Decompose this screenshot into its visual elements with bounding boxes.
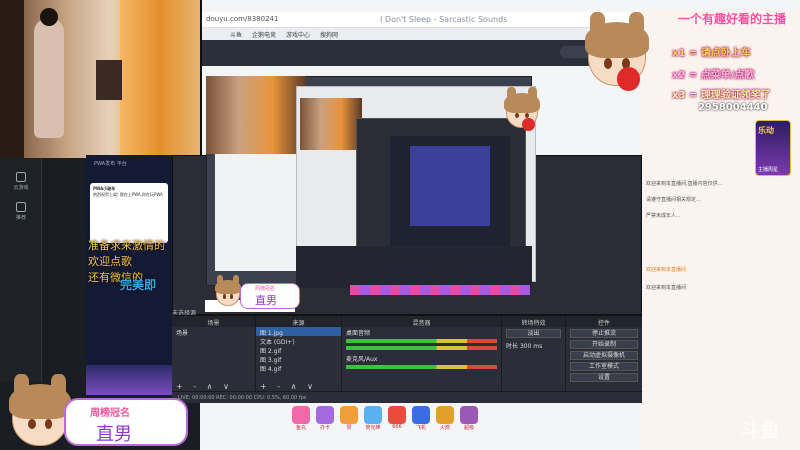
nested-camera-1 <box>206 76 306 154</box>
controls-title: 控件 <box>566 316 642 327</box>
chat-line: 严禁未成年人... <box>646 213 681 219</box>
phone-header: PWA发布 平台 <box>94 161 127 167</box>
mixer-dock: 混音器 桌面音频 麦克风/Aux <box>342 316 502 392</box>
rank-row: x1 = 请点卧上车 <box>672 48 751 59</box>
left-sidebar: 云游戏 推荐 <box>0 158 42 382</box>
duration-input[interactable]: 300 ms <box>520 343 542 350</box>
bookmark-item[interactable]: 企鹅电竞 <box>252 30 276 39</box>
game-promo-text: 完美即 <box>120 278 157 292</box>
gift-item[interactable]: 办卡 <box>316 406 334 431</box>
nested-gift-bar <box>350 285 530 295</box>
scenes-dock: 场景 场景 + - ∧ ∨ <box>172 316 256 392</box>
shelf <box>96 60 122 100</box>
sources-title: 来源 <box>256 316 341 327</box>
volume-meter[interactable] <box>346 339 497 343</box>
sidebar-item-cloud-game[interactable]: 云游戏 <box>6 172 36 191</box>
weekly-crown-banner: 周榜冠名 直男 <box>64 398 188 446</box>
mixer-channel-label: 桌面音频 <box>346 330 371 337</box>
danmaku-line: 准备求来激情的 <box>88 239 165 252</box>
curtain <box>120 0 200 158</box>
nested-preview-5 <box>410 146 490 226</box>
duration-label: 时长 <box>506 343 519 350</box>
crown-name: 直男 <box>96 424 132 445</box>
gift-item[interactable]: 666 <box>388 406 406 430</box>
transitions-title: 转场特效 <box>502 316 565 327</box>
rank-row: x2 = 点菜单/点歌 <box>672 70 755 81</box>
sources-dock: 来源 图 1.jpg 文本 (GDI+) 图 2.gif 图 3.gif 图 4… <box>256 316 342 392</box>
controls-dock: 控件 停止推流 开始录制 启动虚拟摄像机 工作室模式 设置 <box>566 316 642 392</box>
gift-item[interactable]: 鱼丸 <box>292 406 310 431</box>
badge-sub: 主播周星 <box>758 167 779 173</box>
gift-item[interactable]: 荧光棒 <box>364 406 382 431</box>
mascot-icon <box>584 11 650 91</box>
chat-line: 欢迎来到本直播间,直播内容仅供... <box>646 181 723 187</box>
transition-select[interactable]: 淡出 <box>506 329 561 338</box>
star-icon <box>16 202 26 212</box>
mascot-icon <box>8 374 72 446</box>
nested-obs-docks <box>296 246 532 288</box>
url-text[interactable]: douyu.com/8380241 <box>206 15 278 23</box>
gift-item[interactable]: 超级 <box>460 406 478 431</box>
bookmark-item[interactable]: 搜狗网 <box>320 30 338 39</box>
bookmarks-bar: 斗鱼 企鹅电竞 游戏中心 搜狗网 <box>200 28 640 40</box>
bookmark-item[interactable]: 斗鱼 <box>230 30 242 39</box>
address-bar[interactable]: douyu.com/8380241 I Don't Sleep - Sarcas… <box>200 12 640 28</box>
scenes-title: 场景 <box>172 316 255 327</box>
post-text: 热烈祝贺上架! 朕在上PWA,你在玩PWA <box>93 192 163 197</box>
mixer-channel-label: 麦克风/Aux <box>346 356 378 363</box>
badge-label: 乐动 <box>758 126 774 135</box>
mixer-title: 混音器 <box>342 316 501 327</box>
gift-item[interactable]: 飞机 <box>412 406 430 431</box>
gamepad-icon <box>16 172 26 182</box>
tab-title: I Don't Sleep - Sarcastic Sounds <box>380 15 508 24</box>
gift-item[interactable]: 火箭 <box>436 406 454 431</box>
obs-status-bar: LIVE: 00:00:00 REC: 00:00:00 CPU: 0.5%, … <box>172 391 642 403</box>
chat-line: 欢迎来到本直播间 <box>646 285 687 291</box>
counter-value: 2958004440 <box>698 102 768 113</box>
volume-meter[interactable] <box>346 365 497 369</box>
crown-name: 直男 <box>255 294 277 307</box>
window-frame <box>0 0 24 158</box>
chat-line: 请遵守直播间相关规定... <box>646 197 701 203</box>
douyu-watermark: 斗鱼 <box>740 418 780 442</box>
obs-docks: 场景 场景 + - ∧ ∨ 来源 图 1.jpg 文本 (GDI+) 图 2.g… <box>172 315 642 392</box>
phone-post: PWA小破车 热烈祝贺上架! 朕在上PWA,你在玩PWA <box>90 183 168 243</box>
source-item[interactable]: 图 1.jpg <box>256 327 341 337</box>
duration-row: 时长 300 ms <box>502 340 565 350</box>
gift-item[interactable]: 赞 <box>340 406 358 431</box>
volume-meter[interactable] <box>346 346 497 350</box>
sidebar-item-recommend[interactable]: 推荐 <box>6 202 36 221</box>
studio-mode-button[interactable]: 工作室模式 <box>570 362 638 371</box>
rank-row: x3 = 理理验证领奖了 <box>672 90 771 101</box>
scene-item[interactable]: 场景 <box>172 327 255 337</box>
chat-line: 欢迎来到本直播间 <box>646 267 687 273</box>
danmaku-line: 欢迎点歌 <box>88 255 132 268</box>
transitions-dock: 转场特效 淡出 时长 300 ms <box>502 316 566 392</box>
streamer-camera <box>0 0 202 158</box>
bookmark-item[interactable]: 游戏中心 <box>286 30 310 39</box>
source-item[interactable]: 图 4.gif <box>256 363 341 373</box>
streamer-head <box>40 8 58 26</box>
gift-bar: 鱼丸 办卡 赞 荧光棒 666 飞机 火箭 超级 <box>292 406 582 431</box>
streamer-figure <box>34 18 64 138</box>
mascot-icon <box>214 275 242 306</box>
settings-button[interactable]: 设置 <box>570 373 638 382</box>
site-header <box>200 40 640 66</box>
stop-streaming-button[interactable]: 停止推流 <box>570 329 638 338</box>
nested-camera-2 <box>300 98 362 150</box>
game-banner <box>86 365 172 395</box>
start-recording-button[interactable]: 开始录制 <box>570 340 638 349</box>
source-item[interactable]: 图 3.gif <box>256 354 341 364</box>
streamer-slogan: 一个有趣好看的主播 <box>678 12 787 26</box>
mascot-icon <box>504 87 540 131</box>
crown-label: 周榜冠名 <box>255 286 276 292</box>
source-item[interactable]: 图 2.gif <box>256 345 341 355</box>
virtual-camera-button[interactable]: 启动虚拟摄像机 <box>570 351 638 360</box>
source-item[interactable]: 文本 (GDI+) <box>256 336 341 346</box>
weekly-crown-banner-small: 周榜冠名 直男 <box>240 283 300 309</box>
crown-label: 周榜冠名 <box>90 408 130 419</box>
weekly-star-badge[interactable]: 乐动 主播周星 <box>755 120 791 176</box>
